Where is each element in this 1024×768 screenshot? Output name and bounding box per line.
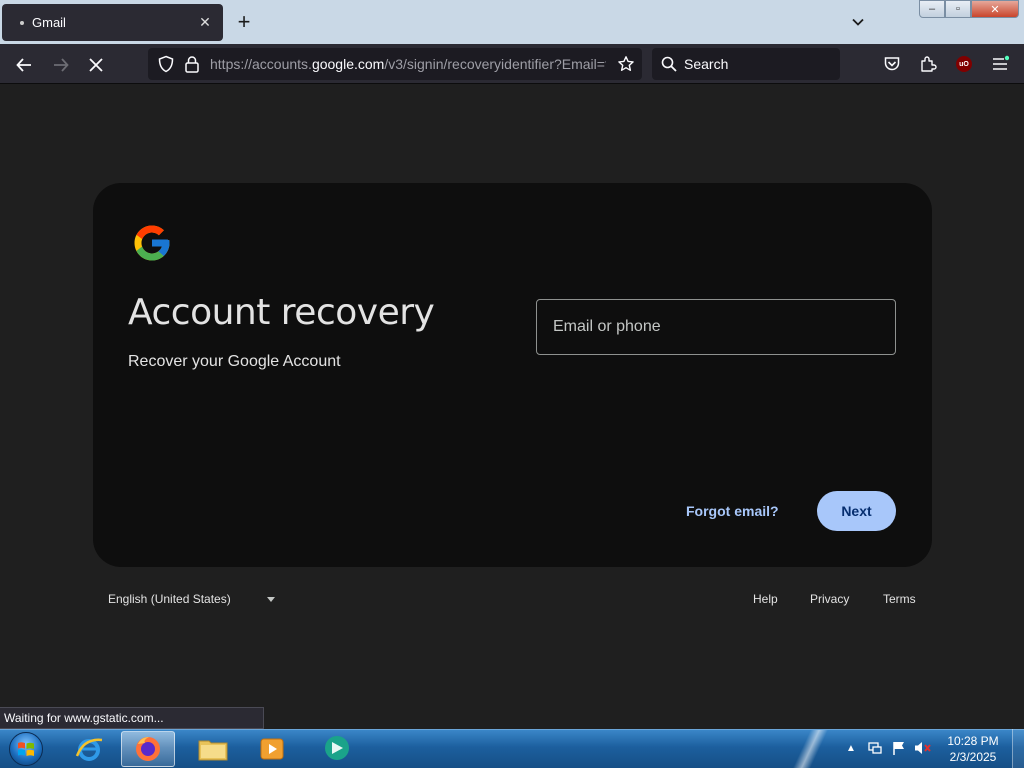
action-center-flag-icon[interactable] [890,737,908,759]
arrow-right-icon [54,58,69,72]
status-bar: Waiting for www.gstatic.com... [0,707,264,729]
app-menu-hamburger-icon[interactable] [988,52,1012,76]
close-icon [89,58,103,72]
search-bar[interactable]: Search [652,48,840,80]
window-minimize-button[interactable]: ‒ [919,0,945,18]
ublock-origin-icon[interactable]: uO [952,52,976,76]
window-close-button[interactable]: ✕ [971,0,1019,18]
bookmark-star-icon[interactable] [614,52,638,76]
tab-gmail[interactable]: Gmail ✕ [2,4,223,41]
recovery-card [93,183,932,567]
taskbar-clock[interactable]: 10:28 PM 2/3/2025 [938,733,1008,765]
privacy-link[interactable]: Privacy [802,586,857,612]
list-all-tabs-button[interactable] [846,10,870,34]
firefox-icon [136,737,160,761]
address-bar[interactable]: https://accounts.google.com/v3/signin/re… [148,48,642,80]
tab-title: Gmail [32,15,66,30]
language-label: English (United States) [108,592,231,606]
search-placeholder: Search [684,56,729,72]
tab-loading-dot [20,20,24,25]
search-icon [660,55,678,73]
url-text[interactable]: https://accounts.google.com/v3/signin/re… [210,56,606,72]
url-domain: google.com [311,56,385,72]
forgot-email-link[interactable]: Forgot email? [672,492,793,530]
chat-bubble-icon [325,736,349,760]
start-button[interactable] [6,731,46,767]
lock-icon[interactable] [180,52,204,76]
extensions-puzzle-icon[interactable] [916,52,940,76]
email-or-phone-field[interactable] [536,299,896,355]
page-subtitle: Recover your Google Account [128,353,341,370]
show-hidden-icons-button[interactable]: ▲ [842,737,860,759]
next-button[interactable]: Next [817,491,896,531]
taskbar-internet-explorer[interactable] [62,731,116,767]
url-prefix: https://accounts. [210,56,312,72]
stop-loading-button[interactable] [83,52,109,78]
network-icon[interactable] [866,737,884,759]
new-tab-button[interactable]: + [232,9,256,34]
terms-link[interactable]: Terms [875,586,924,612]
help-link[interactable]: Help [745,586,786,612]
clock-date: 2/3/2025 [949,750,997,764]
media-player-icon [260,738,284,760]
taskbar-file-explorer[interactable] [186,731,240,767]
tab-strip: Gmail ✕ + ‒ ▫ ✕ [0,0,1024,44]
clock-time: 10:28 PM [947,734,999,748]
taskbar-firefox[interactable] [121,731,175,767]
dropdown-caret-icon [266,596,275,602]
google-logo-icon [134,225,170,261]
chevron-down-icon [852,18,864,26]
page-title: Account recovery [128,292,435,333]
arrow-left-icon [16,58,31,72]
show-desktop-button[interactable] [1012,729,1024,768]
taskbar-media-player[interactable] [245,731,299,767]
volume-muted-icon[interactable] [914,737,932,759]
tab-close-icon[interactable]: ✕ [193,11,217,35]
windows-logo-icon [9,732,43,766]
language-selector[interactable]: English (United States) [100,586,275,612]
taskbar-app-green[interactable] [310,731,364,767]
back-button[interactable] [11,52,37,78]
forward-button[interactable] [48,52,74,78]
tracking-protection-shield-icon[interactable] [154,52,178,76]
internet-explorer-icon [75,738,103,761]
pocket-icon[interactable] [880,52,904,76]
window-maximize-button[interactable]: ▫ [945,0,971,18]
folder-icon [198,740,228,761]
email-or-phone-input[interactable] [537,300,895,354]
url-suffix: /v3/signin/recoveryidentifier?Email=t [384,56,606,72]
